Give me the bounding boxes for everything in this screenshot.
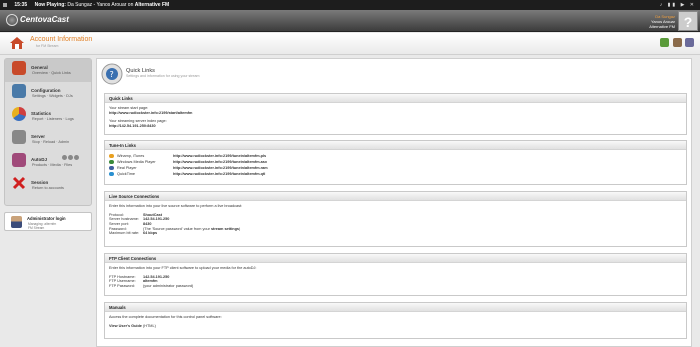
account-icon[interactable] [672,38,682,47]
tune-in-link[interactable]: http://www.rudiockster.info:2199/tunein/… [173,160,267,165]
sidebar-item-links[interactable]: Overview · Quick Links [32,71,71,75]
sidebar-item-label: Statistics [31,111,52,116]
main-panel: ? Quick Links Settings and information f… [96,58,692,347]
now-playing-bar: 15:35 Now Playing: Da Sungaz - Yanos Aro… [0,0,700,10]
section-heading: Manuals [105,303,686,312]
player-name: Real Player [117,165,137,170]
tune-in-link[interactable]: http://www.rudiockster.info:2199/tunein/… [173,172,265,177]
help-button[interactable]: ? [678,11,698,31]
section-heading: Quick Links [105,94,686,103]
quick-links-section: Quick Links Your stream start page: http… [104,93,687,135]
quicktime-icon [109,171,114,176]
sidebar-item-links[interactable]: Settings · Widgets · DJs [32,94,73,98]
section-heading: FTP Client Connections [105,254,686,263]
sidebar-item-session[interactable]: Session Return to accounts [5,174,91,197]
page-heading: Account Information [30,36,93,43]
tune-in-link[interactable]: http://www.rudiockster.info:2199/tunein/… [173,154,266,159]
sidebar-item-server[interactable]: Server Stop · Reload · Admin [5,128,91,151]
stream-settings-link[interactable]: stream settings [211,227,239,231]
autodj-icon [12,153,26,167]
tune-in-section: Tune-In Links Winamp, iTunes http://www.… [104,140,687,185]
field-label: Maximum bit rate: [109,231,140,236]
player-name: QuickTime [117,171,136,176]
sidebar-item-links[interactable]: Stop · Reload · Admin [32,140,69,144]
title-strip: Account Information for FM Stream [0,33,700,55]
house-icon [10,37,24,49]
clock-time: 15:35 [14,2,28,8]
now-playing-track: Da Sungaz - Yanos Arouar on [67,2,134,8]
sidebar-item-autodj[interactable]: AutoDJ Products · Media · Files [5,151,91,174]
page-subtitle: Settings and information for using your … [126,74,200,78]
live-source-section: Live Source Connections Enter this infor… [104,191,687,247]
tune-in-row[interactable]: QuickTime http://www.rudiockster.info:21… [109,171,682,177]
player-name: Winamp, iTunes [117,153,145,158]
quick-links-icon: ? [101,63,123,85]
admin-title: Administrator login [27,216,66,221]
svg-text:?: ? [110,70,114,79]
pie-chart-icon [12,107,26,121]
sidebar-item-label: AutoDJ [31,157,47,162]
sidebar-item-statistics[interactable]: Statistics Report · Listeners · Logs [5,105,91,128]
close-icon [12,176,26,190]
logout-icon[interactable] [685,38,694,47]
windows-media-icon [109,159,114,164]
sidebar: General Overview · Quick Links Configura… [4,58,92,206]
avatar [11,216,22,228]
settings-icon [12,84,26,98]
page-heading-sub: for FM Stream [36,44,59,48]
media-controls[interactable]: ♪ ▮▮ ▶ ✕ [660,0,696,10]
house-icon [12,61,26,75]
now-playing-label: Now Playing: [34,2,66,8]
refresh-icon[interactable] [660,38,670,47]
player-name: Windows Media Player [117,159,156,164]
admin-login-box: Administrator login Managing: alternfm F… [4,212,92,231]
sidebar-item-label: Configuration [31,88,61,93]
user-guide-link[interactable]: View User's Guide [109,324,142,328]
section-heading: Tune-In Links [105,141,686,150]
bitrate-value: 64 kbps [143,231,158,236]
sidebar-item-links[interactable]: Report · Listeners · Logs [32,117,74,121]
winamp-icon [109,153,114,158]
real-player-icon [109,165,114,170]
manuals-section: Manuals Access the complete documentatio… [104,302,687,339]
logo: CentovaCast [6,14,69,26]
server-icon [12,130,26,144]
sidebar-item-general[interactable]: General Overview · Quick Links [5,59,91,82]
ftp-section: FTP Client Connections Enter this inform… [104,253,687,296]
now-playing-station: Alternative FM [134,2,170,8]
field-label: FTP Password: [109,284,135,289]
user-line-3: Alternative FM [649,24,675,29]
user-info: Da Sungaz Yanos Arouar Alternative FM [649,14,675,29]
password-hint: (The 'Source password' value from your [143,226,210,231]
sidebar-item-label: Server [31,134,46,139]
password-hint-end: ) [239,226,241,231]
sidebar-item-label: Session [31,180,49,185]
index-page-link[interactable]: http://142.54.191.250:8430 [109,124,682,129]
sidebar-item-links[interactable]: Return to accounts [32,186,64,190]
admin-stream: FM Stream [28,226,45,230]
clock-icon [3,2,7,7]
logo-mark-icon [6,14,18,26]
autodj-controls[interactable] [62,155,80,162]
sidebar-item-links[interactable]: Products · Media · Files [32,163,72,167]
sidebar-item-label: General [31,65,48,70]
app-header: CentovaCast Da Sungaz Yanos Arouar Alter… [0,10,700,32]
ftp-pass-value: (your administrator password) [143,284,194,289]
user-guide-format: (HTML) [142,323,156,328]
sidebar-item-configuration[interactable]: Configuration Settings · Widgets · DJs [5,82,91,105]
tune-in-link[interactable]: http://www.rudiockster.info:2199/tunein/… [173,166,268,171]
section-heading: Live Source Connections [105,192,686,201]
